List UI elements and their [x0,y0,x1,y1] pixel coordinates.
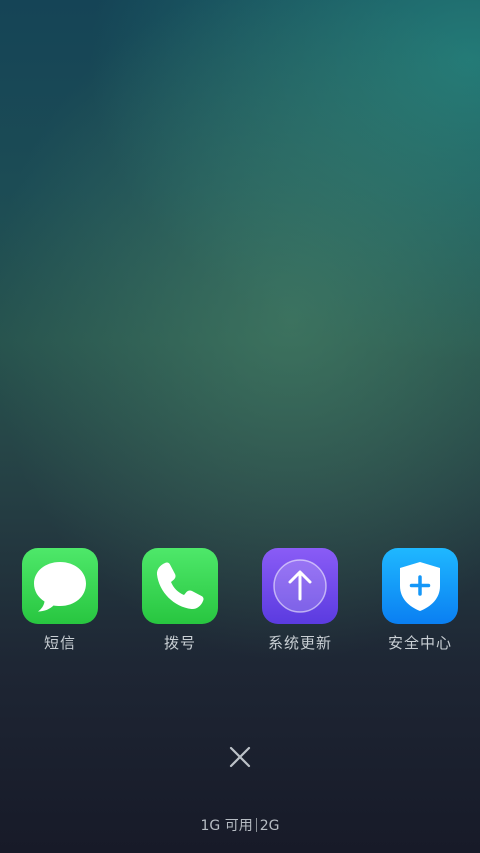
memory-total: 2G [259,818,280,834]
app-dialer[interactable]: 拨号 [120,548,240,658]
app-row: 短信 拨号 系统更新 安全中心 [0,548,480,658]
app-messages[interactable]: 短信 [0,548,120,658]
memory-available: 1G 可用 [200,818,253,834]
app-label: 安全中心 [387,634,452,652]
close-icon [229,746,251,768]
arrow-up-icon[interactable] [262,548,338,624]
app-label: 系统更新 [267,634,332,652]
app-label: 拨号 [163,634,196,652]
app-system-update[interactable]: 系统更新 [240,548,360,658]
app-security-center[interactable]: 安全中心 [360,548,480,658]
memory-divider [255,818,257,832]
message-bubble-icon[interactable] [22,548,98,624]
phone-icon[interactable] [142,548,218,624]
shield-plus-icon[interactable] [382,548,458,624]
memory-status: 1G 可用 2G [0,815,480,835]
recent-apps-screen: 短信 拨号 系统更新 安全中心 1G 可用 2G [0,0,480,853]
close-all-button[interactable] [220,737,260,777]
app-label: 短信 [43,634,76,652]
